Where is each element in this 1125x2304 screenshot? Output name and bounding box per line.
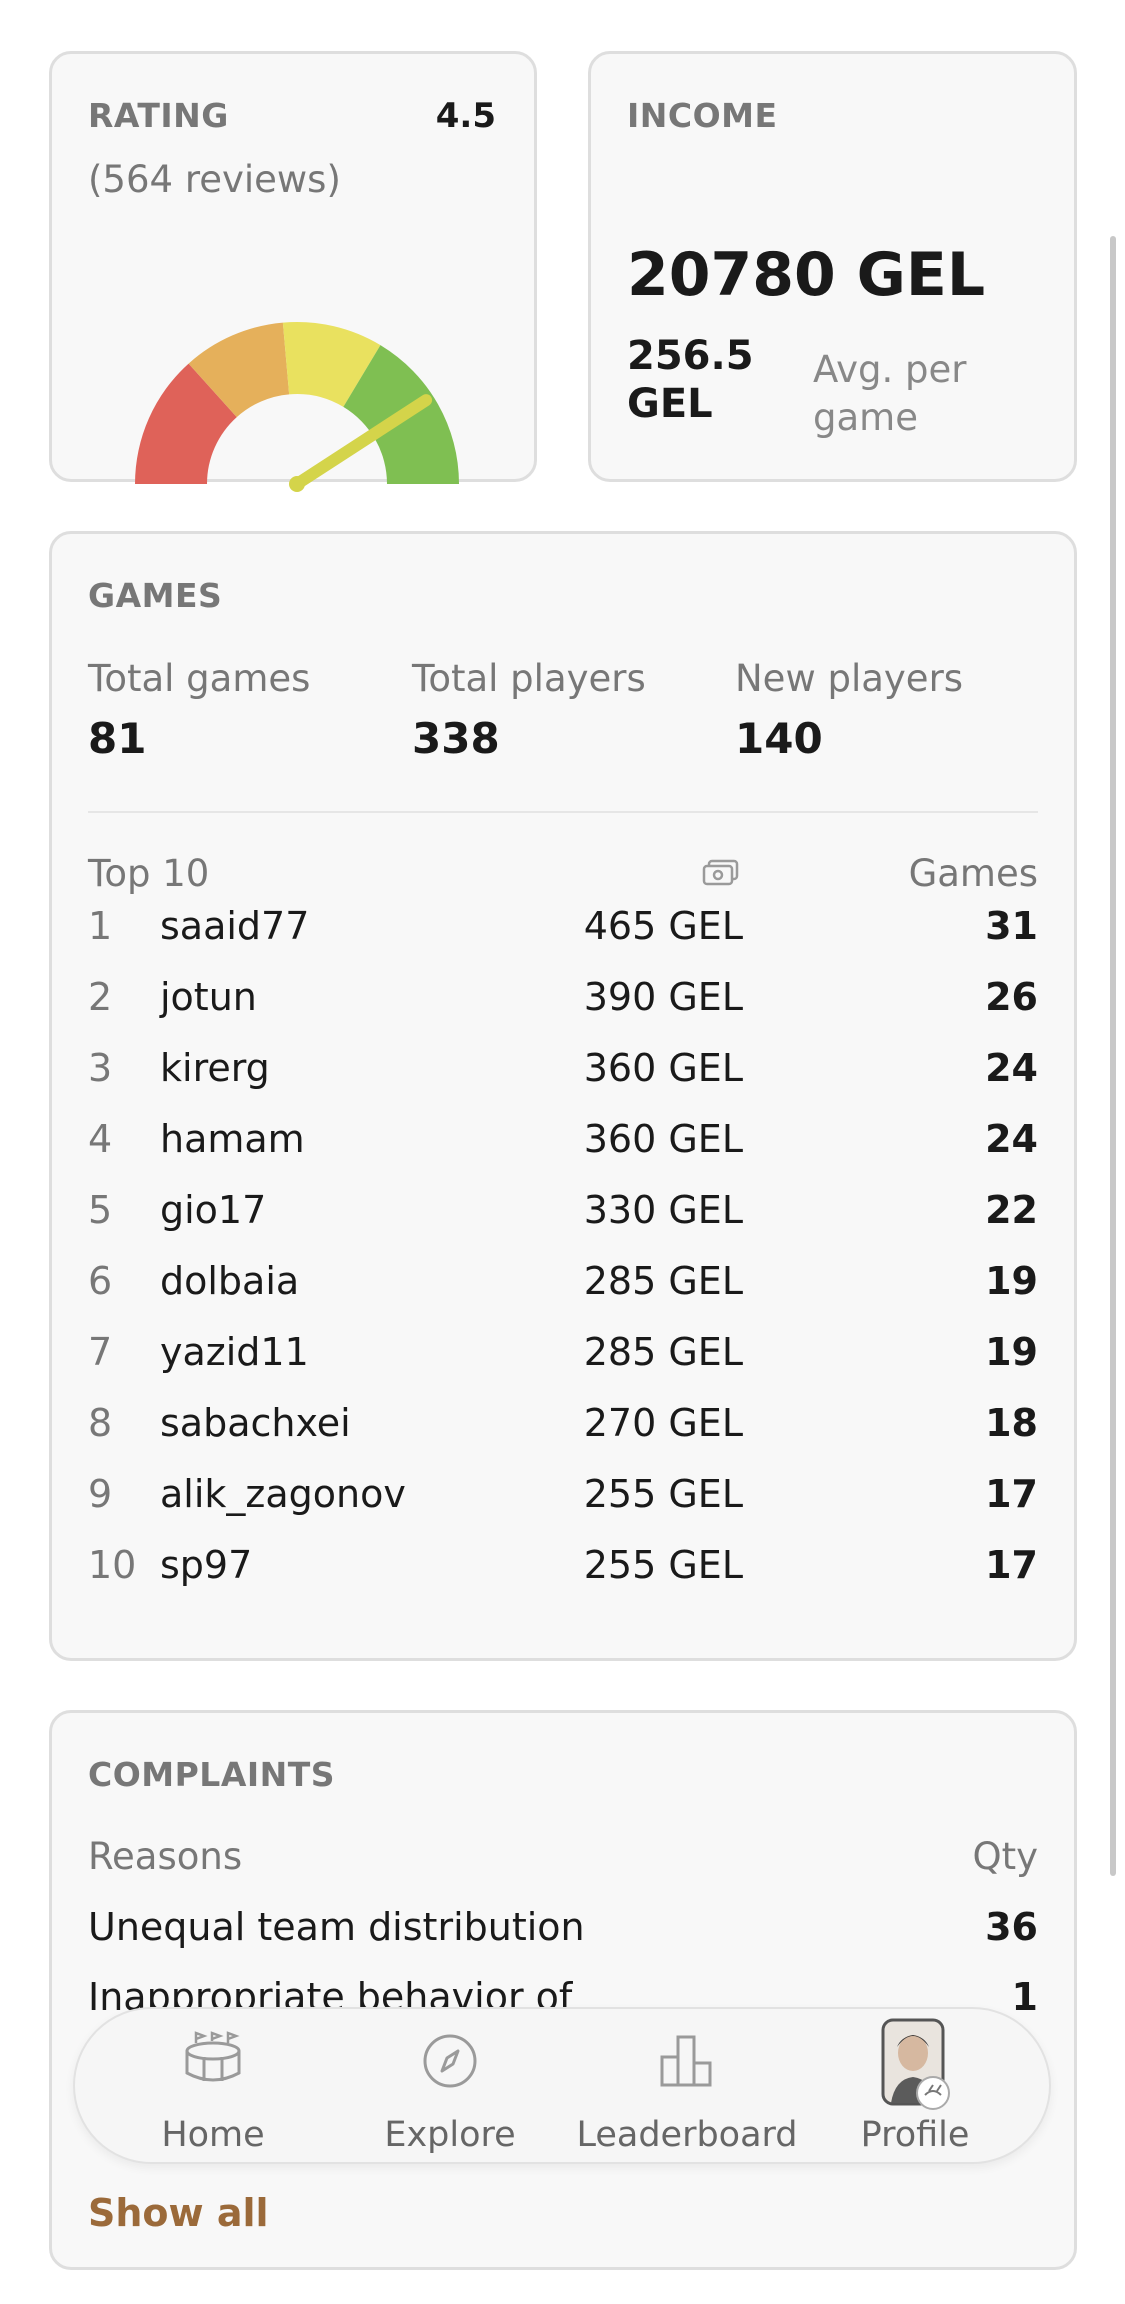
row-games: 17: [985, 1472, 1038, 1516]
row-player-name: kirerg: [160, 1046, 270, 1090]
income-title: INCOME: [627, 96, 778, 135]
money-icon: [702, 859, 739, 886]
row-games: 18: [985, 1401, 1038, 1445]
scrollbar[interactable]: [1110, 236, 1116, 1876]
row-rank: 3: [88, 1046, 113, 1090]
leaderboard-row[interactable]: 3 kirerg 360 GEL 24: [88, 1046, 1038, 1110]
new-players-value: 140: [735, 714, 823, 763]
row-player-name: hamam: [160, 1117, 305, 1161]
row-money: 285 GEL: [583, 1259, 743, 1303]
row-games: 24: [985, 1046, 1038, 1090]
leaderboard-row[interactable]: 9 alik_zagonov 255 GEL 17: [88, 1472, 1038, 1536]
total-games-label: Total games: [88, 657, 311, 700]
row-player-name: jotun: [160, 975, 257, 1019]
leaderboard-row[interactable]: 5 gio17 330 GEL 22: [88, 1188, 1038, 1252]
row-player-name: dolbaia: [160, 1259, 300, 1303]
complaints-title: COMPLAINTS: [88, 1755, 336, 1794]
row-rank: 7: [88, 1330, 113, 1374]
rating-title: RATING: [88, 96, 229, 135]
qty-header: Qty: [972, 1835, 1038, 1878]
complaints-card: COMPLAINTS Reasons Qty Unequal team dist…: [49, 1710, 1077, 2270]
leaderboard-row[interactable]: 1 saaid77 465 GEL 31: [88, 904, 1038, 968]
income-avg-label: Avg. per game: [813, 348, 967, 440]
row-games: 22: [985, 1188, 1038, 1232]
show-all-link[interactable]: Show all: [88, 2191, 269, 2235]
nav-leaderboard-label: Leaderboard: [576, 2115, 798, 2155]
row-games: 17: [985, 1543, 1038, 1587]
total-players-label: Total players: [412, 657, 646, 700]
row-player-name: yazid11: [160, 1330, 309, 1374]
income-total: 20780 GEL: [627, 240, 986, 310]
total-games-value: 81: [88, 714, 147, 763]
income-avg-value: 256.5 GEL: [627, 333, 754, 427]
leaderboard-row[interactable]: 6 dolbaia 285 GEL 19: [88, 1259, 1038, 1323]
row-rank: 1: [88, 904, 113, 948]
podium-icon: [660, 2035, 712, 2087]
row-money: 390 GEL: [583, 975, 743, 1019]
row-games: 19: [985, 1259, 1038, 1303]
row-money: 255 GEL: [583, 1543, 743, 1587]
row-money: 360 GEL: [583, 1046, 743, 1090]
row-games: 19: [985, 1330, 1038, 1374]
row-money: 255 GEL: [583, 1472, 743, 1516]
stadium-icon: [185, 2031, 241, 2082]
nav-home[interactable]: Home: [93, 2009, 333, 2166]
avatar-icon: [881, 2018, 950, 2110]
row-player-name: sabachxei: [160, 1401, 351, 1445]
row-games: 31: [985, 904, 1038, 948]
complaint-qty: 36: [985, 1905, 1038, 1949]
row-money: 330 GEL: [583, 1188, 743, 1232]
divider: [88, 811, 1038, 813]
row-rank: 10: [88, 1543, 137, 1587]
games-count-header: Games: [908, 852, 1038, 895]
row-rank: 2: [88, 975, 113, 1019]
row-rank: 4: [88, 1117, 113, 1161]
nav-profile-label: Profile: [860, 2115, 970, 2155]
row-games: 24: [985, 1117, 1038, 1161]
row-rank: 8: [88, 1401, 113, 1445]
leaderboard-row[interactable]: 10 sp97 255 GEL 17: [88, 1543, 1038, 1607]
rating-gauge: [135, 322, 459, 492]
rating-reviews-count: (564 reviews): [88, 158, 341, 201]
total-players-value: 338: [412, 714, 500, 763]
nav-profile[interactable]: Profile: [795, 2009, 1035, 2166]
row-rank: 9: [88, 1472, 113, 1516]
row-player-name: sp97: [160, 1543, 253, 1587]
complaint-reason: Unequal team distribution: [88, 1905, 585, 1949]
row-rank: 5: [88, 1188, 113, 1232]
new-players-label: New players: [735, 657, 964, 700]
top10-header: Top 10: [88, 852, 210, 895]
reasons-header: Reasons: [88, 1835, 243, 1878]
row-player-name: alik_zagonov: [160, 1472, 406, 1516]
nav-explore-label: Explore: [384, 2115, 516, 2155]
row-games: 26: [985, 975, 1038, 1019]
rating-card: RATING 4.5 (564 reviews): [49, 51, 537, 492]
bottom-nav: Home Explore Leaderboard Profile: [73, 2007, 1051, 2164]
row-money: 285 GEL: [583, 1330, 743, 1374]
row-rank: 6: [88, 1259, 113, 1303]
games-title: GAMES: [88, 576, 223, 615]
leaderboard-row[interactable]: 8 sabachxei 270 GEL 18: [88, 1401, 1038, 1465]
rating-value: 4.5: [435, 96, 496, 136]
leaderboard-row[interactable]: 7 yazid11 285 GEL 19: [88, 1330, 1038, 1394]
row-player-name: gio17: [160, 1188, 267, 1232]
income-card: INCOME 20780 GEL 256.5 GEL Avg. per game: [588, 51, 1077, 482]
leaderboard-row[interactable]: 4 hamam 360 GEL 24: [88, 1117, 1038, 1181]
leaderboard-row[interactable]: 2 jotun 390 GEL 26: [88, 975, 1038, 1039]
games-card: GAMES Total games 81 Total players 338 N…: [49, 531, 1077, 1661]
row-money: 360 GEL: [583, 1117, 743, 1161]
gauge-needle-hub: [289, 476, 305, 492]
row-player-name: saaid77: [160, 904, 310, 948]
nav-leaderboard[interactable]: Leaderboard: [567, 2009, 807, 2166]
nav-home-label: Home: [161, 2115, 265, 2155]
compass-icon: [423, 2034, 477, 2088]
row-money: 465 GEL: [583, 904, 743, 948]
nav-explore[interactable]: Explore: [330, 2009, 570, 2166]
row-money: 270 GEL: [583, 1401, 743, 1445]
